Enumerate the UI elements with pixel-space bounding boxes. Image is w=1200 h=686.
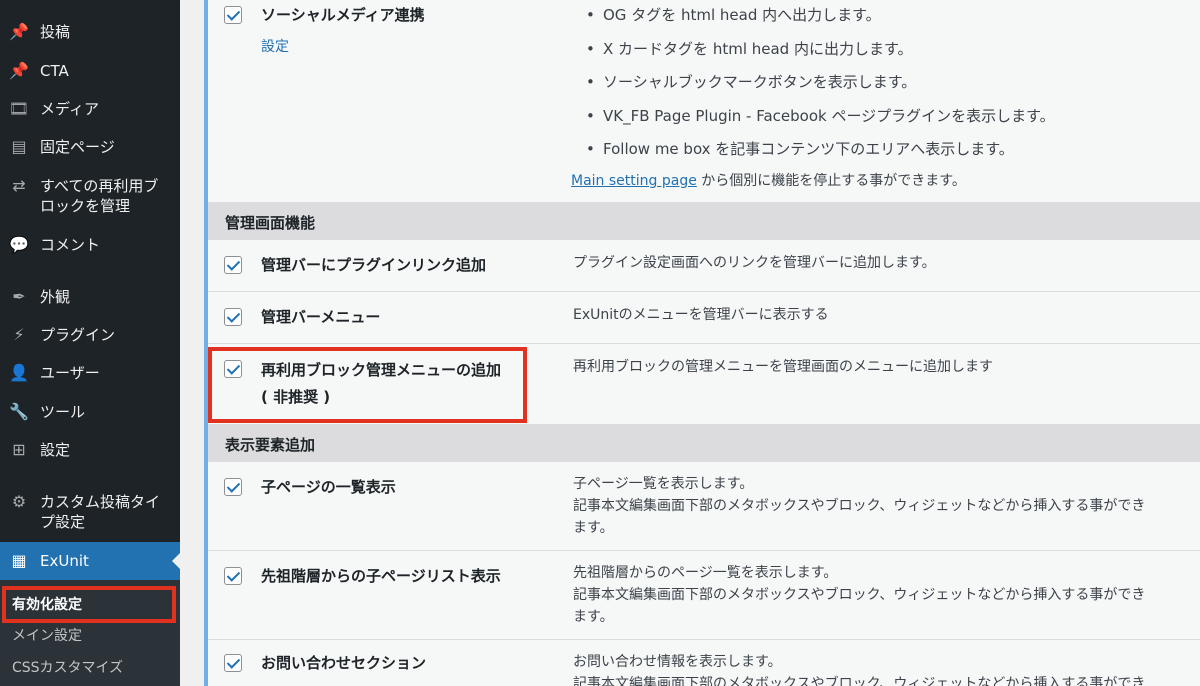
description-line: 記事本文編集画面下部のメタボックスやブロック、ウィジェットなどから挿入する事がで…	[573, 498, 1146, 514]
table-row: お問い合わせセクション お問い合わせ情報を表示します。 記事本文編集画面下部のメ…	[208, 640, 1200, 686]
menu-item-posts[interactable]: 📌 投稿	[0, 22, 180, 42]
feature-description: プラグイン設定画面へのリンクを管理バーに追加します。	[573, 255, 936, 271]
plugin-icon: ⚡	[13, 325, 25, 344]
menu-item-exunit[interactable]: ▦ ExUnit	[0, 542, 180, 580]
highlight-box	[2, 586, 176, 623]
feature-title: 管理バーにプラグインリンク追加	[261, 256, 487, 274]
comment-icon: 💬	[9, 235, 29, 254]
bullet-item: ソーシャルブックマークボタンを表示します。	[586, 71, 1055, 105]
pin-icon: 📌	[9, 61, 29, 80]
feature-title: 子ページの一覧表示	[261, 478, 396, 496]
submenu-item-main-settings[interactable]: メイン設定	[12, 627, 82, 645]
appearance-icon: ✒	[12, 287, 26, 306]
media-icon: 🎞	[8, 99, 30, 118]
menu-item-users[interactable]: 👤 ユーザー	[0, 363, 180, 383]
menu-item-comments[interactable]: 💬 コメント	[0, 235, 180, 255]
menu-item-reusable-blocks[interactable]: ⇄ すべての再利用ブロックを管理	[0, 176, 180, 216]
feature-title: 管理バーメニュー	[261, 308, 381, 326]
table-row: 先祖階層からの子ページリスト表示 先祖階層からのページ一覧を表示します。 記事本…	[208, 551, 1200, 640]
description-line: お問い合わせ情報を表示します。	[573, 654, 782, 670]
table-row: 再利用ブロック管理メニューの追加 ( 非推奨 ) 再利用ブロックの管理メニューを…	[208, 344, 1200, 424]
section-header: 表示要素追加	[208, 424, 1200, 462]
menu-item-tools[interactable]: 🔧 ツール	[0, 402, 180, 422]
pin-icon: 📌	[9, 22, 29, 41]
menu-item-label: ユーザー	[40, 364, 100, 382]
note-text: から個別に機能を停止する事ができます。	[696, 173, 966, 189]
menu-item-settings[interactable]: ⊞ 設定	[0, 440, 180, 460]
admin-sidebar: 📌 投稿 📌 CTA 🎞 メディア ▤ 固定ページ ⇄ すべての再利用ブロックを…	[0, 0, 180, 686]
menu-item-label: ツール	[40, 403, 86, 421]
feature-title: ソーシャルメディア連携	[261, 6, 425, 24]
settings-link[interactable]: 設定	[261, 36, 289, 56]
menu-item-label: カスタム投稿タイプ設定	[40, 493, 161, 531]
gear-icon: ⚙	[11, 492, 27, 511]
description-line: 子ページ一覧を表示します。	[573, 476, 754, 492]
description-line: ます。	[573, 609, 614, 625]
feature-checkbox[interactable]	[224, 308, 242, 326]
feature-checkbox[interactable]	[224, 654, 242, 672]
highlight-box	[208, 347, 527, 423]
settings-icon: ⊞	[12, 440, 26, 459]
section-header: 管理画面機能	[208, 202, 1200, 240]
reusable-block-icon: ⇄	[12, 176, 26, 195]
menu-item-label: コメント	[40, 236, 101, 254]
bullet-item: OG タグを html head 内へ出力します。	[586, 4, 1055, 38]
menu-item-label: ExUnit	[40, 552, 89, 570]
feature-checkbox[interactable]	[224, 6, 242, 24]
menu-item-label: メディア	[40, 100, 99, 118]
feature-description: 先祖階層からのページ一覧を表示します。 記事本文編集画面下部のメタボックスやブロ…	[573, 562, 1145, 628]
user-icon: 👤	[9, 363, 29, 382]
feature-title: 先祖階層からの子ページリスト表示	[261, 567, 501, 585]
bullet-item: VK_FB Page Plugin - Facebook ページプラグインを表示…	[586, 105, 1055, 139]
page-icon: ▤	[11, 137, 27, 156]
menu-item-label: 投稿	[40, 23, 71, 41]
menu-item-label: すべての再利用ブロックを管理	[40, 177, 159, 215]
table-row: 子ページの一覧表示 子ページ一覧を表示します。 記事本文編集画面下部のメタボック…	[208, 462, 1200, 551]
feature-checkbox[interactable]	[224, 256, 242, 274]
exunit-icon: ▦	[11, 551, 27, 570]
menu-item-label: CTA	[40, 62, 69, 80]
feature-description: お問い合わせ情報を表示します。 記事本文編集画面下部のメタボックスやブロック、ウ…	[573, 651, 1145, 686]
menu-item-media[interactable]: 🎞 メディア	[0, 99, 180, 119]
description-line: ます。	[573, 520, 614, 536]
menu-item-plugins[interactable]: ⚡ プラグイン	[0, 325, 180, 345]
table-row: ソーシャルメディア連携 設定 OG タグを html head 内へ出力します。…	[208, 0, 1200, 202]
feature-title: お問い合わせセクション	[261, 654, 427, 672]
description-line: 記事本文編集画面下部のメタボックスやブロック、ウィジェットなどから挿入する事がで…	[573, 676, 1146, 686]
menu-item-label: プラグイン	[40, 326, 116, 344]
menu-item-label: 固定ページ	[40, 138, 115, 156]
feature-description: 子ページ一覧を表示します。 記事本文編集画面下部のメタボックスやブロック、ウィジ…	[573, 473, 1145, 539]
feature-note: Main setting page から個別に機能を停止する事ができます。	[571, 170, 966, 190]
tool-icon: 🔧	[9, 402, 29, 421]
main-content: ソーシャルメディア連携 設定 OG タグを html head 内へ出力します。…	[180, 0, 1200, 686]
feature-description: 再利用ブロックの管理メニューを管理画面のメニューに追加します	[573, 359, 993, 375]
menu-item-cta[interactable]: 📌 CTA	[0, 61, 180, 81]
section-label: 表示要素追加	[225, 436, 316, 454]
menu-item-pages[interactable]: ▤ 固定ページ	[0, 137, 180, 157]
main-setting-link[interactable]: Main setting page	[571, 173, 697, 189]
description-line: 先祖階層からのページ一覧を表示します。	[573, 565, 838, 581]
menu-item-appearance[interactable]: ✒ 外観	[0, 287, 180, 307]
table-row: 管理バーにプラグインリンク追加 プラグイン設定画面へのリンクを管理バーに追加しま…	[208, 240, 1200, 292]
menu-item-custom-post-types[interactable]: ⚙ カスタム投稿タイプ設定	[0, 492, 180, 532]
feature-checkbox[interactable]	[224, 567, 242, 585]
bullet-item: Follow me box を記事コンテンツ下のエリアへ表示します。	[586, 138, 1055, 172]
description-line: 記事本文編集画面下部のメタボックスやブロック、ウィジェットなどから挿入する事がで…	[573, 587, 1146, 603]
table-row: 管理バーメニュー ExUnitのメニューを管理バーに表示する	[208, 292, 1200, 344]
feature-checkbox[interactable]	[224, 478, 242, 496]
submenu-item-css-customize[interactable]: CSSカスタマイズ	[12, 659, 123, 677]
bullet-item: X カードタグを html head 内に出力します。	[586, 38, 1055, 72]
settings-table: ソーシャルメディア連携 設定 OG タグを html head 内へ出力します。…	[204, 0, 1200, 686]
feature-bullets: OG タグを html head 内へ出力します。 X カードタグを html …	[586, 4, 1055, 172]
menu-item-label: 設定	[40, 441, 71, 459]
menu-item-label: 外観	[40, 288, 71, 306]
section-label: 管理画面機能	[225, 214, 316, 232]
feature-description: ExUnitのメニューを管理バーに表示する	[573, 307, 829, 323]
